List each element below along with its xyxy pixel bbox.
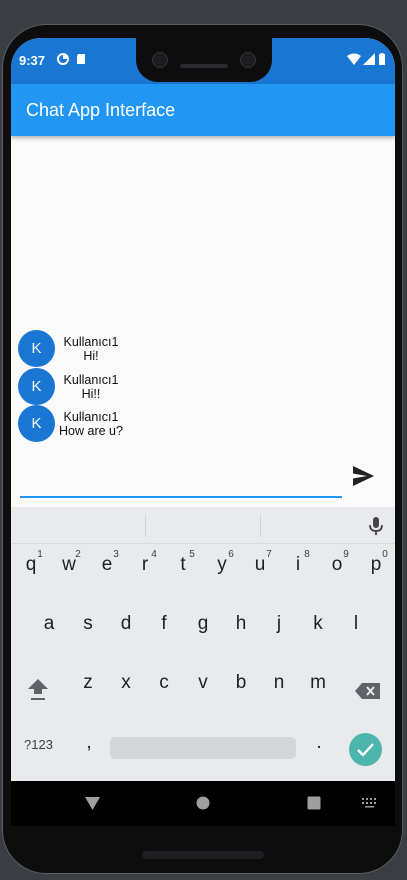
- message-user: Kullanıcı1: [63, 410, 119, 424]
- front-camera-left: [152, 52, 168, 68]
- key-hint: 6: [228, 549, 234, 560]
- keyboard-switch-icon[interactable]: [362, 798, 377, 808]
- soft-keyboard: q1w2e3r4t5y6u7i8o9p0 asdfghjkl zxcvbnm ?…: [11, 507, 395, 781]
- enter-key[interactable]: [349, 733, 382, 766]
- key-hint: 2: [75, 549, 81, 560]
- key-d[interactable]: d: [111, 613, 141, 635]
- message-user: Kullanıcı1: [63, 373, 119, 387]
- key-hint: 3: [113, 549, 119, 560]
- key-hint: 4: [151, 549, 157, 560]
- system-nav-bar: [11, 781, 395, 826]
- mic-icon[interactable]: [367, 516, 385, 536]
- check-icon: [357, 743, 374, 757]
- status-bar: 9:37: [11, 38, 395, 84]
- key-g[interactable]: g: [188, 613, 218, 635]
- comma-key[interactable]: ,: [74, 732, 104, 754]
- message-body: Kullanıcı1 How are u?: [55, 410, 127, 438]
- status-time: 9:37: [19, 53, 46, 68]
- key-hint: 1: [37, 549, 43, 560]
- input-underline: [20, 496, 342, 498]
- message-text: Hi!: [83, 349, 99, 363]
- key-h[interactable]: h: [226, 613, 256, 635]
- home-icon[interactable]: [196, 796, 210, 810]
- key-x[interactable]: x: [111, 672, 141, 694]
- message-text: How are u?: [59, 424, 123, 438]
- key-n[interactable]: n: [264, 672, 294, 694]
- key-hint: 0: [382, 549, 388, 560]
- backspace-icon[interactable]: [355, 683, 380, 699]
- send-icon[interactable]: [351, 465, 375, 487]
- key-f[interactable]: f: [149, 613, 179, 635]
- app-bar: Chat App Interface: [11, 84, 395, 136]
- data-saver-icon: [57, 53, 69, 65]
- key-m[interactable]: m: [303, 672, 333, 694]
- key-k[interactable]: k: [303, 613, 333, 635]
- avatar: K: [18, 405, 55, 442]
- message-body: Kullanıcı1 Hi!: [55, 335, 127, 363]
- battery-icon: [379, 53, 385, 65]
- avatar: K: [18, 330, 55, 367]
- camera-notch: [136, 38, 272, 82]
- key-b[interactable]: b: [226, 672, 256, 694]
- key-a[interactable]: a: [34, 613, 64, 635]
- message-text: Hi!!: [81, 387, 101, 401]
- period-key[interactable]: .: [304, 732, 334, 754]
- key-hint: 8: [304, 549, 310, 560]
- key-l[interactable]: l: [341, 613, 371, 635]
- message-user: Kullanıcı1: [63, 335, 119, 349]
- app-title: Chat App Interface: [26, 100, 176, 120]
- key-v[interactable]: v: [188, 672, 218, 694]
- key-j[interactable]: j: [264, 613, 294, 635]
- suggestion-divider: [260, 515, 261, 537]
- earpiece-speaker: [180, 64, 228, 68]
- suggestion-bar: [11, 507, 395, 544]
- sd-card-icon: [77, 54, 85, 64]
- key-hint: 5: [189, 549, 195, 560]
- recents-icon[interactable]: [307, 796, 321, 810]
- message-body: Kullanıcı1 Hi!!: [55, 373, 127, 401]
- space-key[interactable]: [110, 737, 296, 759]
- key-c[interactable]: c: [149, 672, 179, 694]
- key-s[interactable]: s: [73, 613, 103, 635]
- symbols-key[interactable]: ?123: [24, 737, 53, 752]
- back-icon[interactable]: [84, 796, 101, 811]
- bottom-speaker: [142, 851, 264, 859]
- message-input[interactable]: [20, 468, 346, 496]
- key-z[interactable]: z: [73, 672, 103, 694]
- wifi-icon: [347, 53, 361, 65]
- key-hint: 7: [266, 549, 272, 560]
- suggestion-divider: [145, 515, 146, 537]
- shift-icon[interactable]: [27, 677, 49, 701]
- phone-screen: 9:37 Chat App Interface K Kullanıcı1 Hi!…: [11, 38, 395, 826]
- signal-icon: [363, 53, 375, 65]
- key-hint: 9: [343, 549, 349, 560]
- avatar: K: [18, 368, 55, 405]
- front-camera-right: [240, 52, 256, 68]
